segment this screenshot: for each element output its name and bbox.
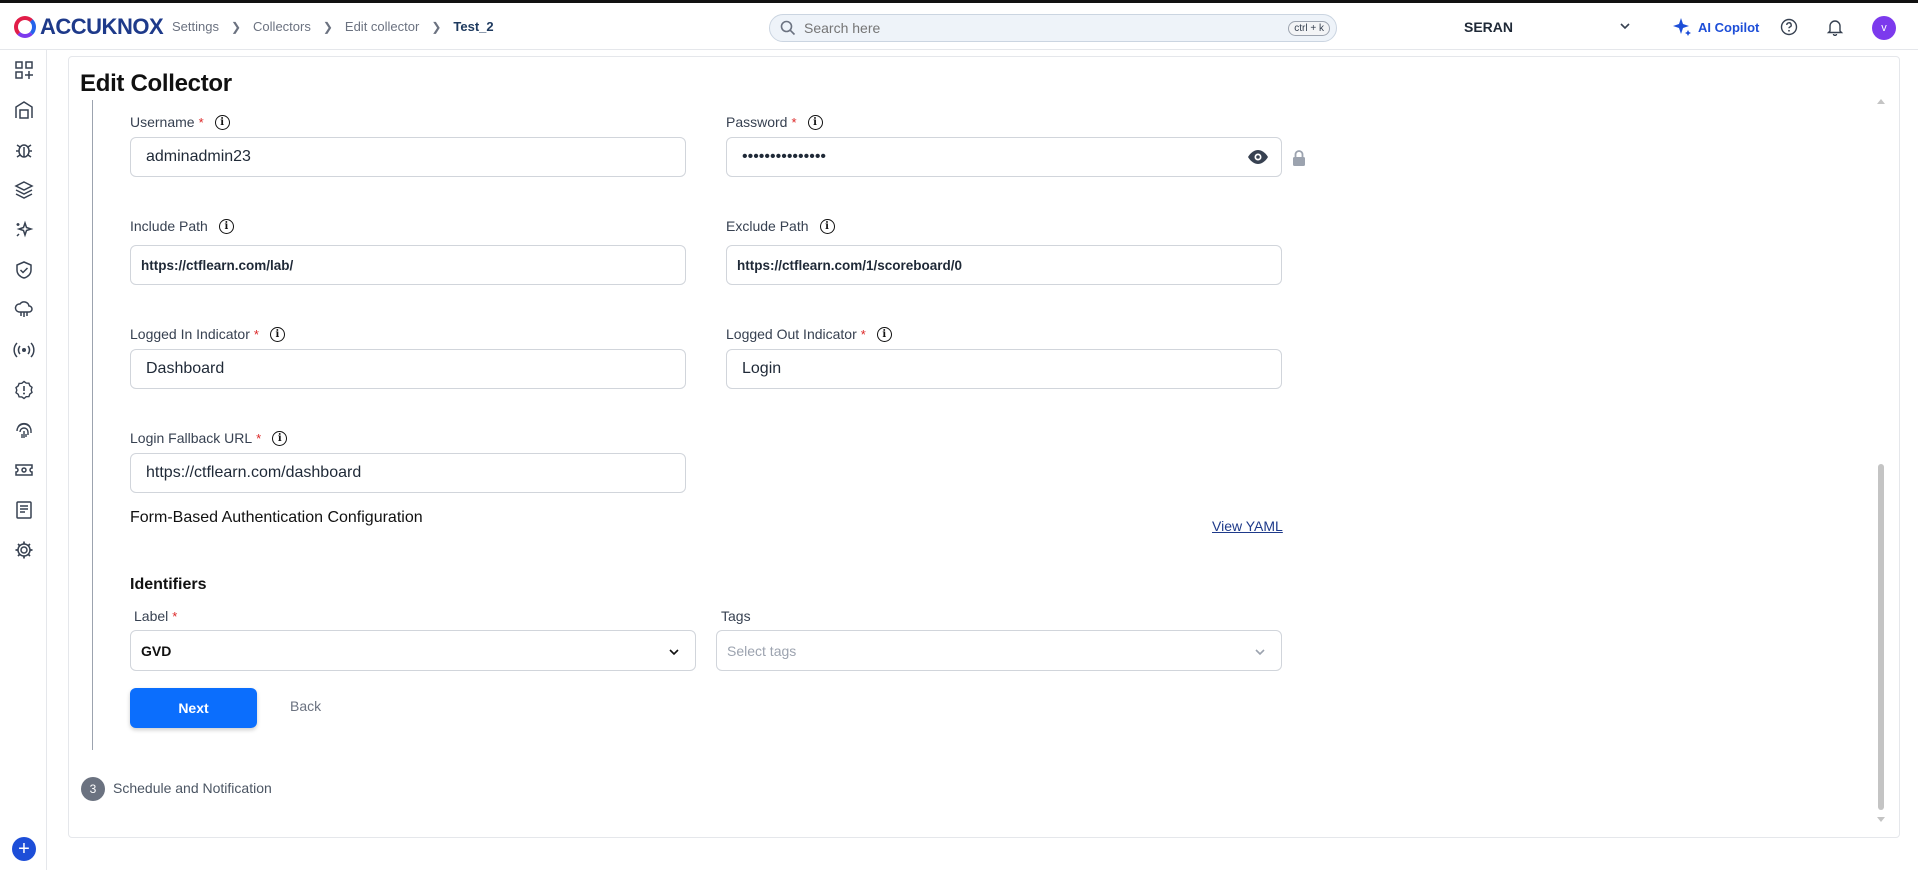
required-asterisk: * — [791, 114, 797, 130]
ai-copilot-button[interactable]: AI Copilot — [1672, 17, 1759, 37]
tags-select[interactable]: Select tags — [716, 630, 1282, 671]
alert-icon[interactable] — [12, 378, 36, 402]
fallback-url-label-text: Login Fallback URL — [130, 430, 253, 446]
info-icon[interactable]: i — [269, 326, 285, 342]
inventory-icon[interactable] — [12, 98, 36, 122]
tags-field-label: Tags — [721, 608, 751, 624]
dashboard-grid-icon[interactable] — [12, 58, 36, 82]
login-fallback-url-field[interactable]: https://ctflearn.com/dashboard — [130, 453, 686, 493]
tags-field-label-text: Tags — [721, 608, 751, 624]
required-asterisk: * — [253, 326, 259, 342]
eye-icon[interactable] — [1247, 149, 1269, 165]
scrollbar-thumb[interactable] — [1878, 464, 1884, 810]
global-search[interactable]: ctrl + k — [769, 14, 1337, 42]
tags-select-placeholder: Select tags — [727, 642, 797, 659]
label-select[interactable]: GVD — [130, 630, 696, 671]
logo-icon — [14, 16, 36, 38]
chevron-down-icon — [1255, 649, 1265, 656]
label-field-label: Label * — [134, 608, 177, 624]
search-shortcut-hint: ctrl + k — [1288, 20, 1330, 36]
ai-copilot-label: AI Copilot — [1698, 19, 1760, 35]
page-title: Edit Collector — [80, 70, 232, 97]
username-field[interactable]: adminadmin23 — [130, 137, 686, 177]
username-label: Username * i — [130, 114, 230, 130]
report-icon[interactable] — [12, 498, 36, 522]
org-selector-label[interactable]: SERAN — [1464, 19, 1513, 35]
search-icon — [780, 20, 796, 36]
info-icon[interactable]: i — [214, 114, 230, 130]
bug-icon[interactable] — [12, 138, 36, 162]
label-field-label-text: Label — [134, 608, 169, 624]
back-button[interactable]: Back — [290, 698, 321, 714]
logged-in-indicator-field[interactable]: Dashboard — [130, 349, 686, 389]
include-path-field[interactable]: https://ctflearn.com/lab/ — [130, 245, 686, 285]
logged-out-label-text: Logged Out Indicator — [726, 326, 857, 342]
include-path-label-text: Include Path — [130, 218, 208, 234]
include-path-label: Include Path i — [130, 218, 234, 234]
info-icon[interactable]: i — [272, 430, 288, 446]
settings-gear-icon[interactable] — [12, 538, 36, 562]
broadcast-icon[interactable] — [12, 338, 36, 362]
chevron-right-icon: ❯ — [230, 19, 242, 34]
required-asterisk: * — [256, 430, 262, 446]
password-label-text: Password — [726, 114, 788, 130]
exclude-path-label: Exclude Path i — [726, 218, 835, 234]
breadcrumb-collectors[interactable]: Collectors — [253, 19, 311, 34]
label-select-value: GVD — [141, 642, 172, 659]
password-field[interactable]: ••••••••••••••• — [726, 137, 1282, 177]
required-asterisk: * — [860, 326, 866, 342]
scroll-up-arrow-icon[interactable] — [1876, 97, 1886, 105]
breadcrumb-edit-collector[interactable]: Edit collector — [345, 19, 419, 34]
accuknox-logo[interactable]: ACCUKNOX — [14, 14, 164, 40]
layers-icon[interactable] — [12, 178, 36, 202]
logged-out-indicator-field[interactable]: Login — [726, 349, 1282, 389]
sparkles-icon[interactable] — [12, 218, 36, 242]
ticket-icon[interactable] — [12, 458, 36, 482]
search-input[interactable] — [804, 20, 1289, 36]
info-icon[interactable]: i — [819, 218, 835, 234]
logged-out-indicator-label: Logged Out Indicator * i — [726, 326, 892, 342]
top-bar: ACCUKNOX Settings ❯ Collectors ❯ Edit co… — [0, 0, 1918, 50]
chevron-down-icon[interactable] — [1618, 19, 1632, 33]
fingerprint-icon[interactable] — [12, 418, 36, 442]
form-auth-section-title: Form-Based Authentication Configuration — [130, 509, 423, 526]
breadcrumb-settings[interactable]: Settings — [172, 19, 219, 34]
username-label-text: Username — [130, 114, 195, 130]
scroll-down-arrow-icon[interactable] — [1876, 816, 1886, 824]
chevron-down-icon — [669, 649, 679, 656]
bell-icon[interactable] — [1826, 18, 1844, 36]
chevron-right-icon: ❯ — [431, 19, 442, 34]
sidebar — [0, 50, 47, 870]
next-button[interactable]: Next — [130, 688, 257, 728]
identifiers-heading: Identifiers — [130, 576, 207, 593]
info-icon[interactable]: i — [218, 218, 234, 234]
password-label: Password * i — [726, 114, 823, 130]
sparkle-icon — [1673, 18, 1691, 36]
stepper-line — [92, 100, 93, 750]
step-schedule-notification[interactable]: Schedule and Notification — [113, 780, 272, 796]
exclude-path-label-text: Exclude Path — [726, 218, 809, 234]
help-icon[interactable] — [1780, 18, 1798, 36]
password-value: ••••••••••••••• — [742, 148, 827, 165]
exclude-path-field[interactable]: https://ctflearn.com/1/scoreboard/0 — [726, 245, 1282, 285]
logged-in-label-text: Logged In Indicator — [130, 326, 250, 342]
info-icon[interactable]: i — [876, 326, 892, 342]
lock-icon — [1293, 150, 1305, 166]
step-number-badge: 3 — [81, 777, 105, 801]
breadcrumb: Settings ❯ Collectors ❯ Edit collector ❯… — [172, 19, 494, 34]
add-fab-button[interactable]: + — [12, 837, 36, 861]
logged-in-indicator-label: Logged In Indicator * i — [130, 326, 285, 342]
login-fallback-url-label: Login Fallback URL * i — [130, 430, 288, 446]
shield-check-icon[interactable] — [12, 258, 36, 282]
required-asterisk: * — [172, 608, 178, 624]
user-avatar[interactable]: v — [1872, 16, 1896, 40]
required-asterisk: * — [198, 114, 204, 130]
cloud-network-icon[interactable] — [12, 298, 36, 322]
chevron-right-icon: ❯ — [322, 19, 333, 34]
brand-name: ACCUKNOX — [40, 14, 164, 39]
breadcrumb-current: Test_2 — [453, 19, 494, 34]
view-yaml-link[interactable]: View YAML — [1212, 518, 1283, 534]
info-icon[interactable]: i — [807, 114, 823, 130]
